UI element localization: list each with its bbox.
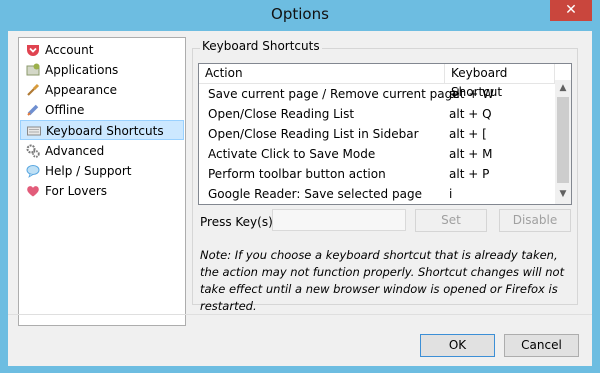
vertical-scrollbar[interactable]: ▲ ▼ (555, 80, 571, 204)
action-cell: Activate Click to Save Mode (208, 147, 376, 161)
set-button[interactable]: Set (415, 209, 487, 232)
group-title: Keyboard Shortcuts (200, 39, 322, 53)
dialog-body: Account Applications Appearance Offline (8, 31, 592, 366)
action-cell: Save current page / Remove current page (208, 87, 460, 101)
shortcut-cell: alt + W (449, 87, 494, 101)
action-cell: Open/Close Reading List (208, 107, 355, 121)
shortcut-cell: alt + P (449, 167, 490, 181)
table-row[interactable]: Activate Click to Save Mode alt + M (199, 144, 555, 164)
footer-divider (8, 314, 592, 315)
sidebar-item-label: For Lovers (45, 184, 108, 198)
applications-icon (26, 63, 40, 76)
window-frame-left (0, 31, 8, 373)
sidebar-item-label: Offline (45, 103, 85, 117)
table-row[interactable]: Save current page / Remove current page … (199, 84, 555, 104)
sidebar-item-label: Keyboard Shortcuts (46, 124, 164, 138)
close-button[interactable]: ✕ (550, 0, 592, 21)
brush-icon (27, 83, 40, 96)
sidebar-item-label: Applications (45, 63, 119, 77)
sidebar-item-advanced[interactable]: Advanced (20, 141, 184, 161)
keyboard-icon (27, 126, 41, 136)
column-header-keyboard-shortcut[interactable]: Keyboard Shortcut (445, 64, 555, 99)
table-row[interactable]: Open/Close Reading List in Sidebar alt +… (199, 124, 555, 144)
sidebar-item-label: Help / Support (45, 164, 132, 178)
sidebar-item-appearance[interactable]: Appearance (20, 80, 184, 100)
category-list: Account Applications Appearance Offline (18, 37, 186, 326)
sidebar-item-keyboard-shortcuts[interactable]: Keyboard Shortcuts (20, 120, 184, 140)
press-keys-label: Press Key(s): (200, 215, 277, 229)
action-cell: Perform toolbar button action (208, 167, 386, 181)
action-cell: Google Reader: Save selected page (208, 187, 422, 201)
sidebar-item-label: Account (45, 43, 94, 57)
disable-button[interactable]: Disable (499, 209, 571, 232)
table-row[interactable]: Open/Close Reading List alt + Q (199, 104, 555, 124)
sidebar-item-label: Advanced (45, 144, 105, 158)
shortcut-cell: i (449, 187, 453, 201)
action-cell: Open/Close Reading List in Sidebar (208, 127, 419, 141)
column-header-action[interactable]: Action (199, 64, 445, 84)
shortcut-cell: alt + Q (449, 107, 492, 121)
window-frame-right (592, 31, 600, 373)
scrollbar-thumb[interactable] (557, 97, 569, 183)
scroll-up-icon[interactable]: ▲ (555, 80, 571, 96)
table-row[interactable]: Google Reader: Save selected page i (199, 184, 555, 204)
sidebar-item-help-support[interactable]: Help / Support (20, 161, 184, 181)
sidebar-item-applications[interactable]: Applications (20, 60, 184, 80)
table-row[interactable]: Perform toolbar button action alt + P (199, 164, 555, 184)
gears-icon (26, 144, 40, 158)
heart-icon (27, 186, 39, 197)
window-frame-bottom (0, 366, 600, 373)
ok-button[interactable]: OK (420, 334, 495, 357)
shortcuts-table: Action Keyboard Shortcut Save current pa… (198, 63, 572, 205)
cancel-button[interactable]: Cancel (504, 334, 579, 357)
sidebar-item-offline[interactable]: Offline (20, 100, 184, 120)
press-keys-input[interactable] (272, 209, 406, 231)
shortcut-cell: alt + [ (449, 127, 487, 141)
shortcut-note: Note: If you choose a keyboard shortcut … (200, 248, 565, 313)
speech-bubble-icon (26, 165, 40, 178)
title-bar[interactable]: Options ✕ (0, 0, 600, 31)
rocket-icon (27, 104, 39, 116)
scroll-down-icon[interactable]: ▼ (555, 186, 571, 202)
pocket-icon (27, 45, 39, 56)
window-title: Options (271, 5, 329, 23)
sidebar-item-label: Appearance (45, 83, 118, 97)
shortcut-cell: alt + M (449, 147, 493, 161)
sidebar-item-account[interactable]: Account (20, 40, 184, 60)
sidebar-item-for-lovers[interactable]: For Lovers (20, 181, 184, 201)
